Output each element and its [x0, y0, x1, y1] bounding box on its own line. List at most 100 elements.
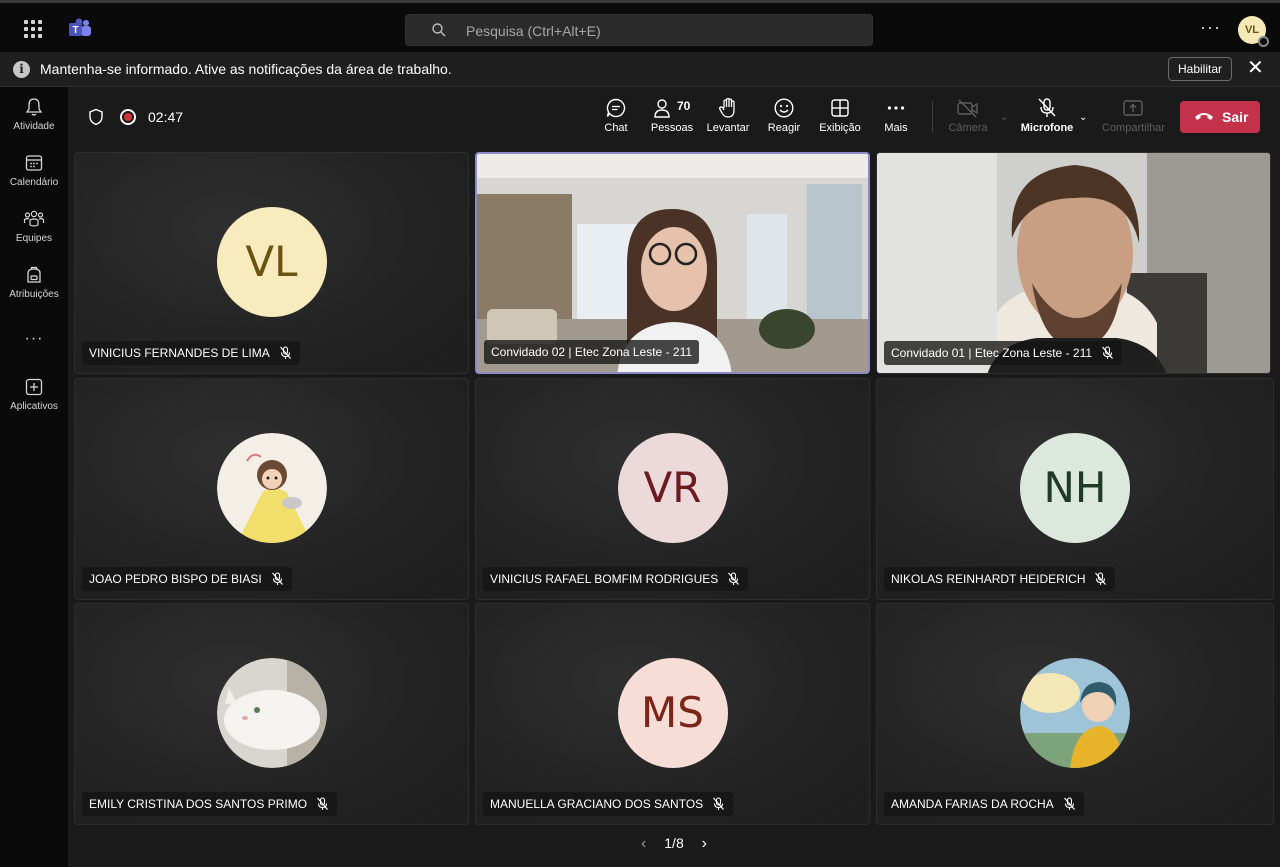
hang-up-icon — [1195, 113, 1213, 120]
camera-label: Câmera — [948, 122, 988, 134]
participant-tile[interactable]: EMILY CRISTINA DOS SANTOS PRIMO — [74, 603, 469, 825]
more-options-icon[interactable]: ··· — [1200, 17, 1221, 38]
raise-hand-label: Levantar — [706, 122, 750, 134]
participant-name: VINICIUS RAFAEL BOMFIM RODRIGUES — [483, 567, 749, 591]
mic-muted-icon — [317, 797, 328, 810]
next-page-icon[interactable]: › — [702, 835, 707, 852]
mic-muted-icon — [279, 346, 291, 359]
rail-item-label: Aplicativos — [10, 401, 58, 412]
rail-item-teams[interactable]: Equipes — [0, 209, 68, 244]
rail-item-calendar[interactable]: Calendário — [0, 153, 68, 188]
participant-tile[interactable]: MS MANUELLA GRACIANO DOS SANTOS — [475, 603, 870, 825]
raise-hand-icon — [719, 97, 735, 118]
more-button[interactable]: Mais — [868, 97, 924, 134]
camera-button[interactable]: Câmera — [940, 97, 996, 134]
participant-name-text: VINICIUS RAFAEL BOMFIM RODRIGUES — [490, 572, 719, 586]
mic-muted-icon — [728, 572, 740, 585]
participant-name-text: Convidado 01 | Etec Zona Leste - 211 — [891, 346, 1093, 360]
notification-banner: i Mantenha-se informado. Ative as notifi… — [0, 52, 1280, 87]
people-count: 70 — [677, 99, 691, 113]
more-label: Mais — [884, 122, 908, 134]
people-icon — [654, 99, 670, 118]
teams-logo-icon: T — [69, 18, 91, 36]
emoji-icon — [774, 98, 794, 118]
participant-name: NIKOLAS REINHARDT HEIDERICH — [884, 567, 1116, 591]
user-avatar[interactable]: VL — [1238, 16, 1269, 47]
avatar-picture — [216, 433, 327, 543]
raise-hand-button[interactable]: Levantar — [700, 97, 756, 134]
rail-item-label: Atribuições — [9, 289, 59, 300]
rail-item-activity[interactable]: Atividade — [0, 97, 68, 132]
mic-muted-icon — [1063, 797, 1075, 810]
avatar: VL — [216, 207, 327, 317]
share-button[interactable]: Compartilhar — [1102, 97, 1165, 134]
toolbar-divider — [932, 101, 933, 133]
participant-name: JOAO PEDRO BISPO DE BIASI — [82, 567, 292, 591]
people-label: Pessoas — [650, 122, 694, 134]
react-button[interactable]: Reagir — [756, 97, 812, 134]
title-bar: T Pesquisa (Ctrl+Alt+E) ··· VL — [0, 0, 1280, 52]
mic-muted-icon — [1102, 346, 1113, 359]
participant-tile[interactable]: JOAO PEDRO BISPO DE BIASI — [74, 378, 469, 600]
chat-button[interactable]: Chat — [588, 97, 644, 134]
enable-notifications-button[interactable]: Habilitar — [1168, 57, 1232, 81]
search-input[interactable]: Pesquisa (Ctrl+Alt+E) — [405, 14, 873, 46]
add-apps-icon — [25, 378, 43, 396]
rail-item-apps[interactable]: Aplicativos — [0, 377, 68, 412]
presence-status-icon — [1258, 36, 1269, 47]
microphone-button[interactable]: Microfone — [1018, 97, 1076, 134]
search-icon — [432, 23, 446, 37]
mic-options-chevron-icon[interactable]: ⌄ — [1079, 112, 1087, 123]
shield-icon[interactable] — [88, 108, 104, 126]
bell-icon — [25, 98, 43, 116]
participant-name: EMILY CRISTINA DOS SANTOS PRIMO — [82, 792, 338, 816]
mic-off-icon — [1038, 98, 1056, 117]
mic-muted-icon — [713, 797, 725, 810]
backpack-icon — [27, 266, 41, 283]
participant-name-text: VINICIUS FERNANDES DE LIMA — [89, 346, 270, 360]
avatar-picture — [1020, 658, 1130, 768]
chat-label: Chat — [604, 122, 628, 134]
app-launcher-icon[interactable] — [24, 20, 42, 38]
rail-item-label: Equipes — [15, 233, 53, 244]
page-indicator: 1/8 — [664, 835, 684, 851]
avatar: MS — [617, 658, 728, 768]
search-placeholder: Pesquisa (Ctrl+Alt+E) — [466, 23, 601, 39]
camera-options-chevron-icon[interactable]: ⌄ — [1000, 112, 1008, 123]
more-apps-icon[interactable]: ··· — [0, 330, 68, 348]
close-icon[interactable]: ✕ — [1247, 57, 1264, 79]
participant-name-text: AMANDA FARIAS DA ROCHA — [891, 797, 1054, 811]
share-label: Compartilhar — [1102, 122, 1165, 134]
react-label: Reagir — [767, 122, 801, 134]
participant-name-text: MANUELLA GRACIANO DOS SANTOS — [490, 797, 704, 811]
people-button[interactable]: 70 Pessoas — [644, 97, 700, 134]
app-rail: Atividade Calendário Equipes Atribuições… — [0, 87, 68, 867]
participant-tile[interactable]: NH NIKOLAS REINHARDT HEIDERICH — [876, 378, 1274, 600]
leave-button[interactable]: Sair — [1180, 101, 1260, 133]
chat-icon — [606, 98, 626, 118]
meeting-timer: 02:47 — [148, 109, 184, 125]
participant-tile[interactable]: VR VINICIUS RAFAEL BOMFIM RODRIGUES — [475, 378, 870, 600]
participant-name-text: EMILY CRISTINA DOS SANTOS PRIMO — [89, 797, 308, 811]
participant-tile[interactable]: VL VINICIUS FERNANDES DE LIMA — [74, 152, 469, 374]
meeting-control-bar: 02:47 Chat 70 Pessoas Levantar Reagir Ex… — [68, 87, 1280, 147]
camera-off-icon — [957, 99, 978, 118]
previous-page-icon[interactable]: ‹ — [641, 835, 646, 852]
view-button[interactable]: Exibição — [812, 97, 868, 134]
avatar-picture — [216, 658, 327, 768]
share-icon — [1123, 100, 1143, 116]
teams-icon — [23, 210, 45, 227]
participant-video-tile[interactable]: Convidado 02 | Etec Zona Leste - 211 — [475, 152, 870, 374]
participant-tile[interactable]: AMANDA FARIAS DA ROCHA — [876, 603, 1274, 825]
mic-muted-icon — [1095, 572, 1107, 585]
participant-name: Convidado 01 | Etec Zona Leste - 211 — [884, 341, 1123, 365]
pagination: ‹ 1/8 › — [68, 835, 1280, 853]
participant-video-tile[interactable]: Convidado 01 | Etec Zona Leste - 211 — [876, 152, 1271, 374]
participant-name-text: JOAO PEDRO BISPO DE BIASI — [89, 572, 262, 586]
participant-name-text: Convidado 02 | Etec Zona Leste - 211 — [491, 345, 693, 359]
participant-name: Convidado 02 | Etec Zona Leste - 211 — [484, 340, 700, 364]
meeting-stage: 02:47 Chat 70 Pessoas Levantar Reagir Ex… — [68, 87, 1280, 867]
rail-item-assignments[interactable]: Atribuições — [0, 265, 68, 300]
notification-message: Mantenha-se informado. Ative as notifica… — [40, 61, 452, 77]
view-label: Exibição — [819, 122, 861, 134]
